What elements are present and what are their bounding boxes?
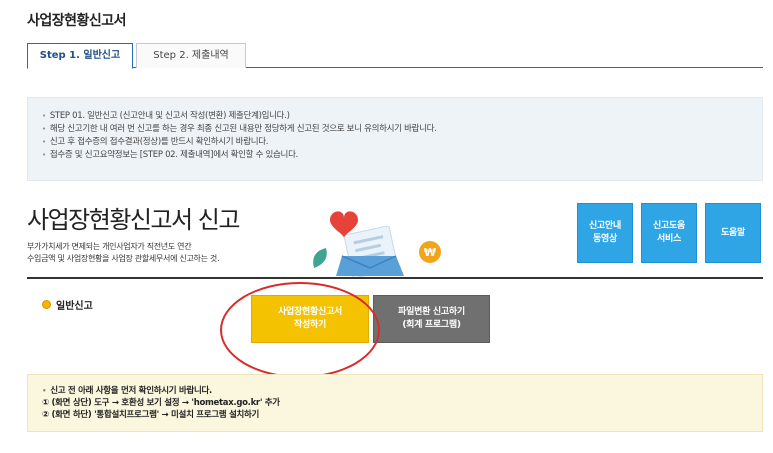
- tab-step1[interactable]: Step 1. 일반신고: [27, 43, 133, 69]
- section-divider: [27, 277, 763, 279]
- section-label-text: 일반신고: [56, 301, 93, 312]
- write-report-button[interactable]: 사업장현황신고서작성하기: [251, 295, 369, 343]
- button-label: (회계 프로그램): [402, 320, 461, 330]
- button-label: 신고도움: [653, 221, 685, 231]
- main-description: 부가가치세가 면제되는 개인사업자가 직전년도 연간 수입금액 및 사업장현황을…: [27, 241, 220, 265]
- notice-line: ① (화면 상단) 도구 → 호환성 보기 설정 → 'hometax.go.k…: [42, 398, 280, 408]
- button-label: 작성하기: [294, 320, 326, 330]
- description-line: 부가가치세가 면제되는 개인사업자가 직전년도 연간: [27, 242, 192, 251]
- section-label: 일반신고: [42, 297, 93, 312]
- notice-box: 신고 전 아래 사항을 먼저 확인하시기 바랍니다. ① (화면 상단) 도구 …: [27, 374, 763, 432]
- button-label: 신고안내: [589, 221, 621, 231]
- money-badge-icon: ₩: [419, 241, 441, 263]
- illustration: ₩: [308, 206, 448, 279]
- step-tabs: Step 1. 일반신고 Step 2. 제출내역: [27, 43, 763, 69]
- file-convert-button[interactable]: 파일변환 신고하기 (회계 프로그램): [373, 295, 490, 343]
- notice-head: 신고 전 아래 사항을 먼저 확인하시기 바랍니다.: [42, 385, 748, 397]
- tab-step2[interactable]: Step 2. 제출내역: [136, 43, 246, 68]
- bullet-dot-icon: [42, 300, 51, 309]
- info-line: 해당 신고기한 내 여러 번 신고를 하는 경우 최종 신고된 내용만 정당하게…: [42, 123, 748, 136]
- description-line: 수입금액 및 사업장현황을 사업장 관할세무서에 신고하는 것.: [27, 254, 220, 263]
- leaf-icon: [313, 248, 327, 268]
- button-label: 사업장현황신고서: [278, 307, 342, 317]
- button-label: 도움말: [721, 227, 745, 238]
- info-line: STEP 01. 일반신고 (신고안내 및 신고서 작성(변환) 제출단계)입니…: [42, 110, 748, 123]
- help-service-button[interactable]: 신고도움서비스: [641, 203, 697, 263]
- notice-line: ② (화면 하단) '통합설치프로그램' → 미설치 프로그램 설치하기: [42, 410, 260, 420]
- main-title: 사업장현황신고서 신고: [27, 206, 240, 234]
- svg-text:₩: ₩: [424, 246, 436, 259]
- page-title: 사업장현황신고서: [27, 13, 127, 29]
- guide-video-button[interactable]: 신고안내동영상: [577, 203, 633, 263]
- info-line: 접수증 및 신고요약정보는 [STEP 02. 제출내역]에서 확인할 수 있습…: [42, 149, 748, 162]
- button-label: 파일변환 신고하기: [398, 307, 465, 317]
- info-box: STEP 01. 일반신고 (신고안내 및 신고서 작성(변환) 제출단계)입니…: [27, 97, 763, 181]
- button-label: 동영상: [593, 234, 617, 244]
- help-button[interactable]: 도움말: [705, 203, 761, 263]
- button-label: 서비스: [657, 234, 681, 244]
- info-line: 신고 후 접수증의 접수결과(정상)를 반드시 확인하시기 바랍니다.: [42, 136, 748, 149]
